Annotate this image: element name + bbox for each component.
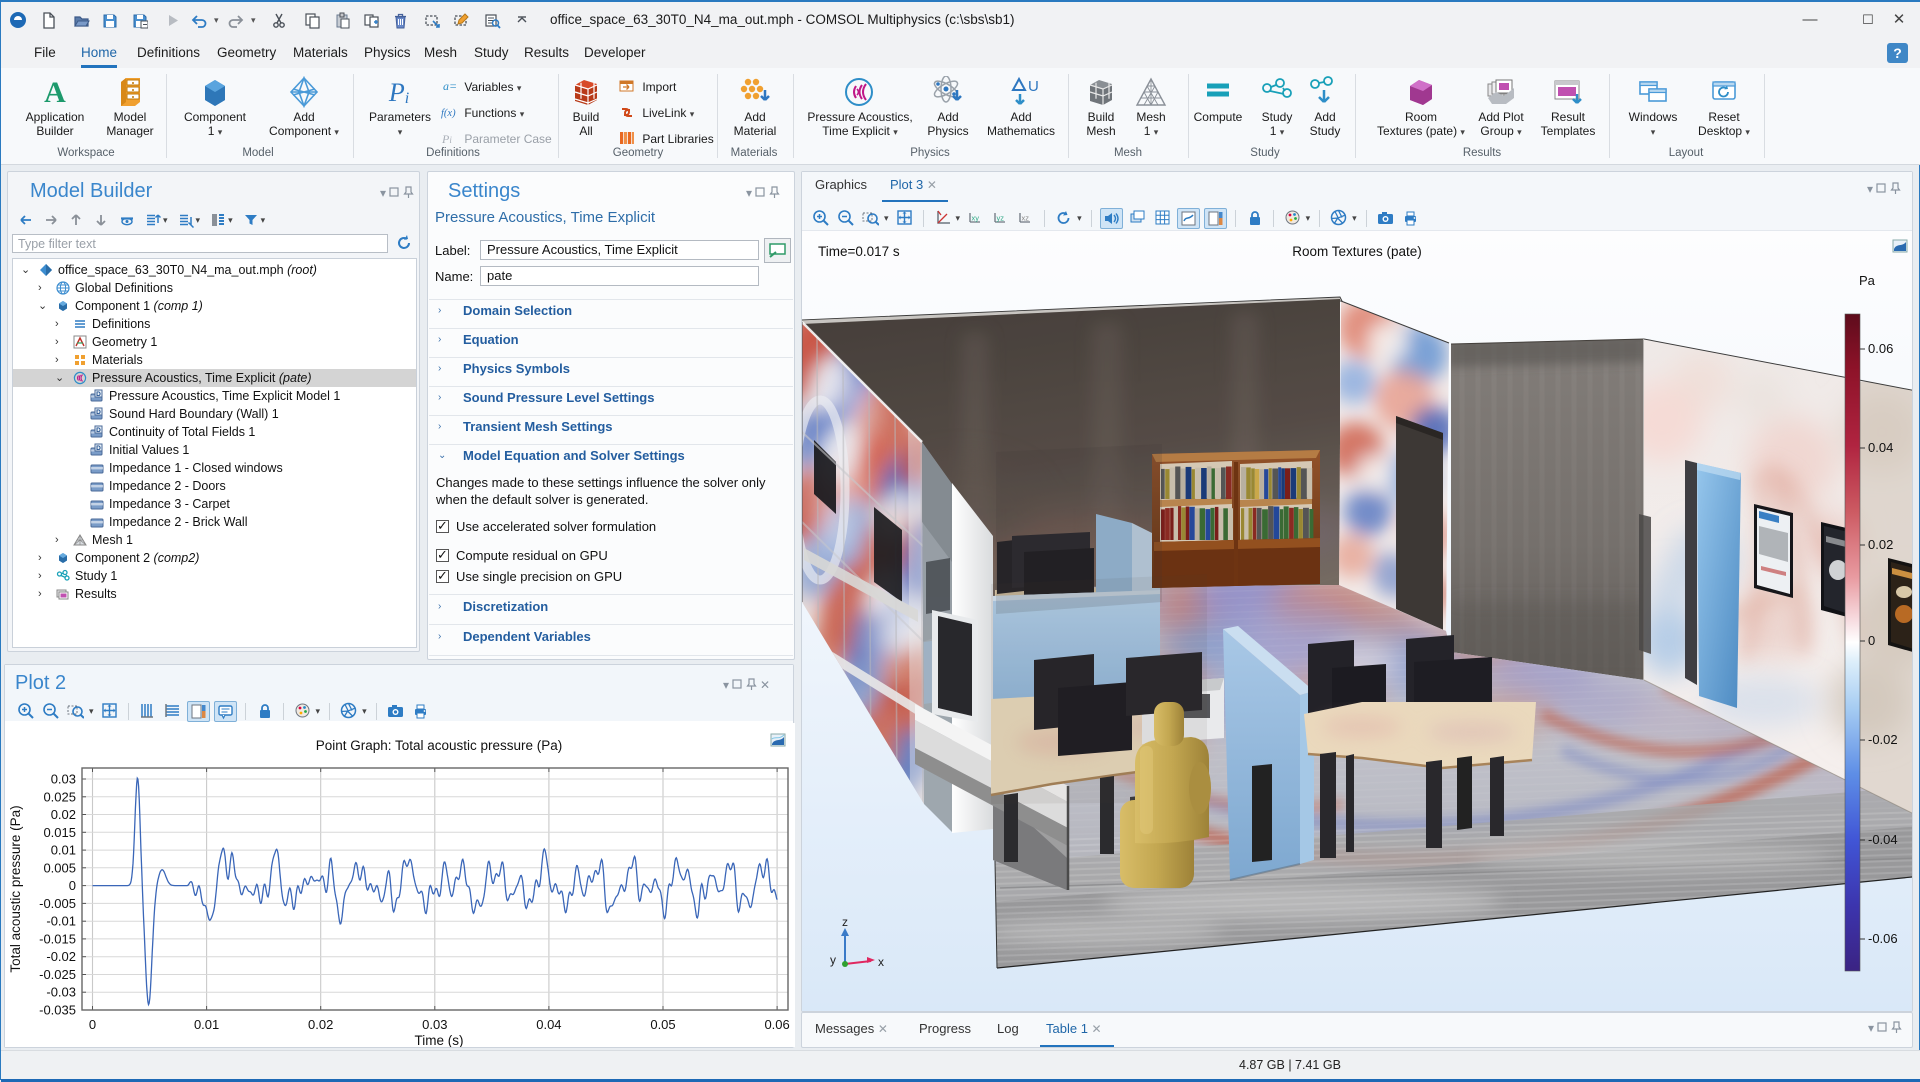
svg-text:Pi: Pi [388,78,409,107]
svg-text:-0.015: -0.015 [39,931,76,946]
svg-text:U: U [1028,78,1038,95]
svg-text:A: A [44,76,66,108]
svg-text:0: 0 [69,878,76,893]
svg-text:-0.025: -0.025 [39,967,76,982]
svg-text:D: D [96,391,101,398]
svg-text:0.06: 0.06 [1868,341,1893,356]
svg-text:0.005: 0.005 [43,860,76,875]
svg-text:0: 0 [89,1017,96,1032]
svg-text:0.015: 0.015 [43,825,76,840]
svg-text:D: D [96,445,101,452]
svg-text:f(x): f(x) [441,108,456,119]
svg-text:0.02: 0.02 [1868,537,1893,552]
svg-text:z: z [842,915,848,929]
svg-text:Room Textures (pate): Room Textures (pate) [1292,244,1422,259]
svg-text:-0.04: -0.04 [1868,832,1898,847]
svg-text:xy: xy [972,213,980,222]
svg-text:xz: xz [1022,213,1030,222]
svg-text:a=: a= [443,79,457,93]
svg-text:0.05: 0.05 [650,1017,675,1032]
svg-text:y: y [830,953,836,967]
svg-text:Pa: Pa [1859,273,1876,288]
svg-text:0.03: 0.03 [422,1017,447,1032]
svg-text:Time (s): Time (s) [415,1033,464,1047]
svg-text:Pi: Pi [441,132,452,146]
svg-text:0.04: 0.04 [536,1017,561,1032]
svg-text:x: x [878,955,884,969]
svg-text:0: 0 [1868,633,1875,648]
svg-text:Point Graph: Total acoustic pr: Point Graph: Total acoustic pressure (Pa… [316,738,563,753]
svg-text:-0.01: -0.01 [46,914,76,929]
svg-text:0.025: 0.025 [43,789,76,804]
svg-text:-0.02: -0.02 [46,949,76,964]
svg-text:-0.035: -0.035 [39,1003,76,1018]
svg-text:0.04: 0.04 [1868,440,1893,455]
svg-text:yz: yz [997,213,1005,222]
svg-text:-0.06: -0.06 [1868,931,1898,946]
svg-text:-0.005: -0.005 [39,896,76,911]
svg-text:Time=0.017 s: Time=0.017 s [818,244,900,259]
svg-text:D: D [96,427,101,434]
svg-text:D: D [96,409,101,416]
svg-text:0.01: 0.01 [194,1017,219,1032]
svg-text:0.06: 0.06 [764,1017,789,1032]
svg-text:0.01: 0.01 [51,843,76,858]
svg-text:0.02: 0.02 [308,1017,333,1032]
svg-text:-0.02: -0.02 [1868,732,1898,747]
svg-text:Total acoustic pressure (Pa): Total acoustic pressure (Pa) [8,805,23,972]
svg-text:0.02: 0.02 [51,807,76,822]
svg-text:-0.03: -0.03 [46,985,76,1000]
svg-text:0.03: 0.03 [51,772,76,787]
